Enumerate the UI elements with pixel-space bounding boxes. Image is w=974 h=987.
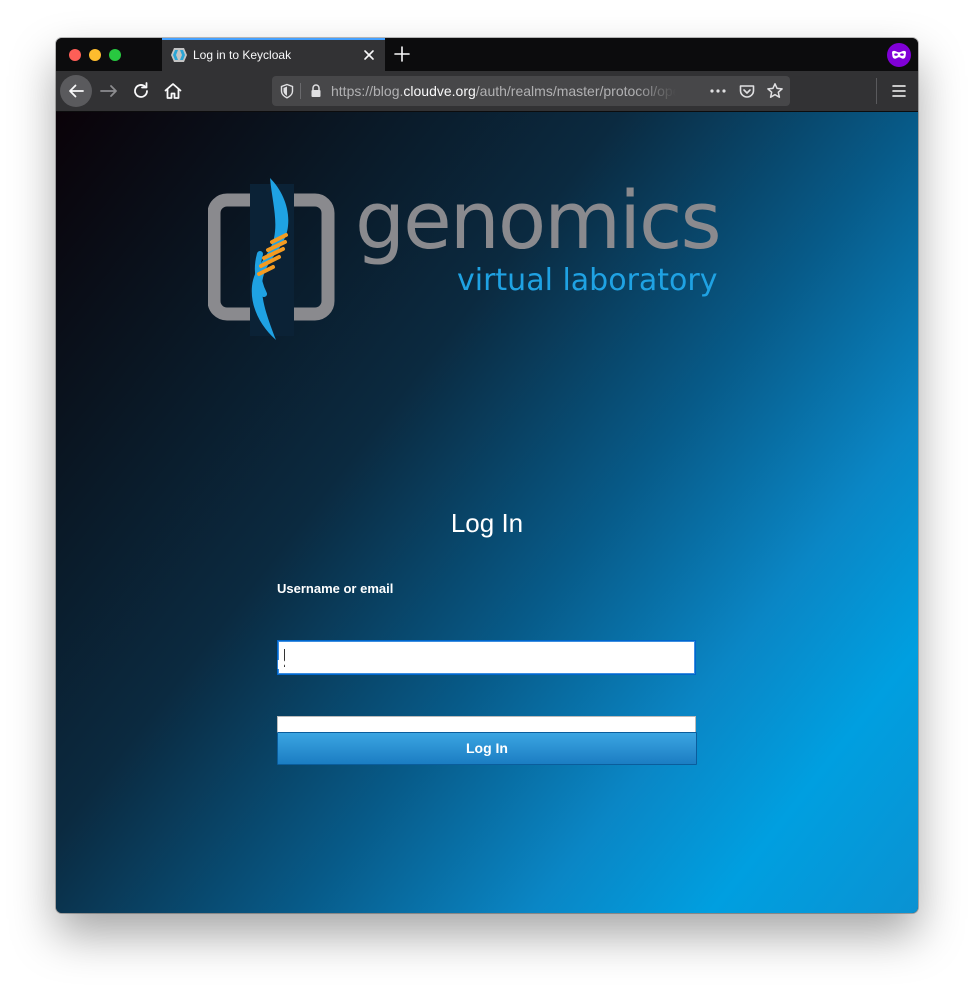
tab-title: Log in to Keycloak	[193, 48, 292, 62]
username-label: Username or email	[277, 581, 394, 596]
url-host: cloudve.org	[403, 83, 476, 99]
more-icon[interactable]	[708, 83, 728, 99]
genomics-logo: genomics virtual laboratory	[208, 174, 738, 346]
page-title: Log In	[450, 508, 524, 538]
close-window-button[interactable]	[69, 49, 81, 61]
forward-arrow-icon	[100, 85, 117, 97]
logo-subtitle: virtual laboratory	[457, 263, 718, 298]
back-button[interactable]	[60, 75, 92, 107]
url-bar[interactable]: https://blog.cloudve.org/auth/realms/mas…	[272, 76, 790, 106]
forward-button[interactable]	[95, 77, 123, 105]
private-browsing-icon	[887, 43, 911, 67]
nav-toolbar: https://blog.cloudve.org/auth/realms/mas…	[56, 71, 918, 112]
url-divider	[300, 83, 301, 99]
zoom-window-button[interactable]	[109, 49, 121, 61]
tab-keycloak[interactable]: Log in to Keycloak	[162, 38, 385, 71]
login-button[interactable]: Log In	[277, 732, 697, 765]
username-input[interactable]	[277, 640, 696, 675]
browser-window: Log in to Keycloak https://blog.cloudve.…	[56, 38, 918, 913]
close-tab-icon[interactable]	[362, 48, 376, 62]
minimize-window-button[interactable]	[89, 49, 101, 61]
reload-icon	[134, 82, 148, 98]
logo-wordmark: genomics	[355, 175, 722, 267]
hamburger-menu-icon[interactable]	[890, 82, 908, 100]
toolbar-separator	[876, 78, 877, 104]
home-button[interactable]	[159, 77, 187, 105]
dna-bracket-icon	[208, 178, 335, 340]
new-tab-icon[interactable]	[393, 45, 411, 63]
shield-icon[interactable]	[279, 83, 295, 99]
pocket-icon[interactable]	[738, 82, 756, 100]
url-path: /auth/realms/master/protocol/openid-conn…	[475, 83, 676, 99]
url-prefix: https://blog.	[331, 83, 404, 99]
password-label: Password	[277, 657, 339, 672]
tab-strip: Log in to Keycloak	[56, 38, 918, 71]
star-icon[interactable]	[766, 82, 784, 100]
back-arrow-icon	[69, 84, 84, 98]
url-text[interactable]: https://blog.cloudve.org/auth/realms/mas…	[331, 83, 676, 99]
keycloak-icon	[171, 48, 187, 62]
home-icon	[164, 83, 182, 99]
reload-button[interactable]	[127, 77, 155, 105]
page-content: genomics virtual laboratory Log In Usern…	[56, 112, 918, 913]
lock-icon[interactable]	[308, 83, 324, 99]
